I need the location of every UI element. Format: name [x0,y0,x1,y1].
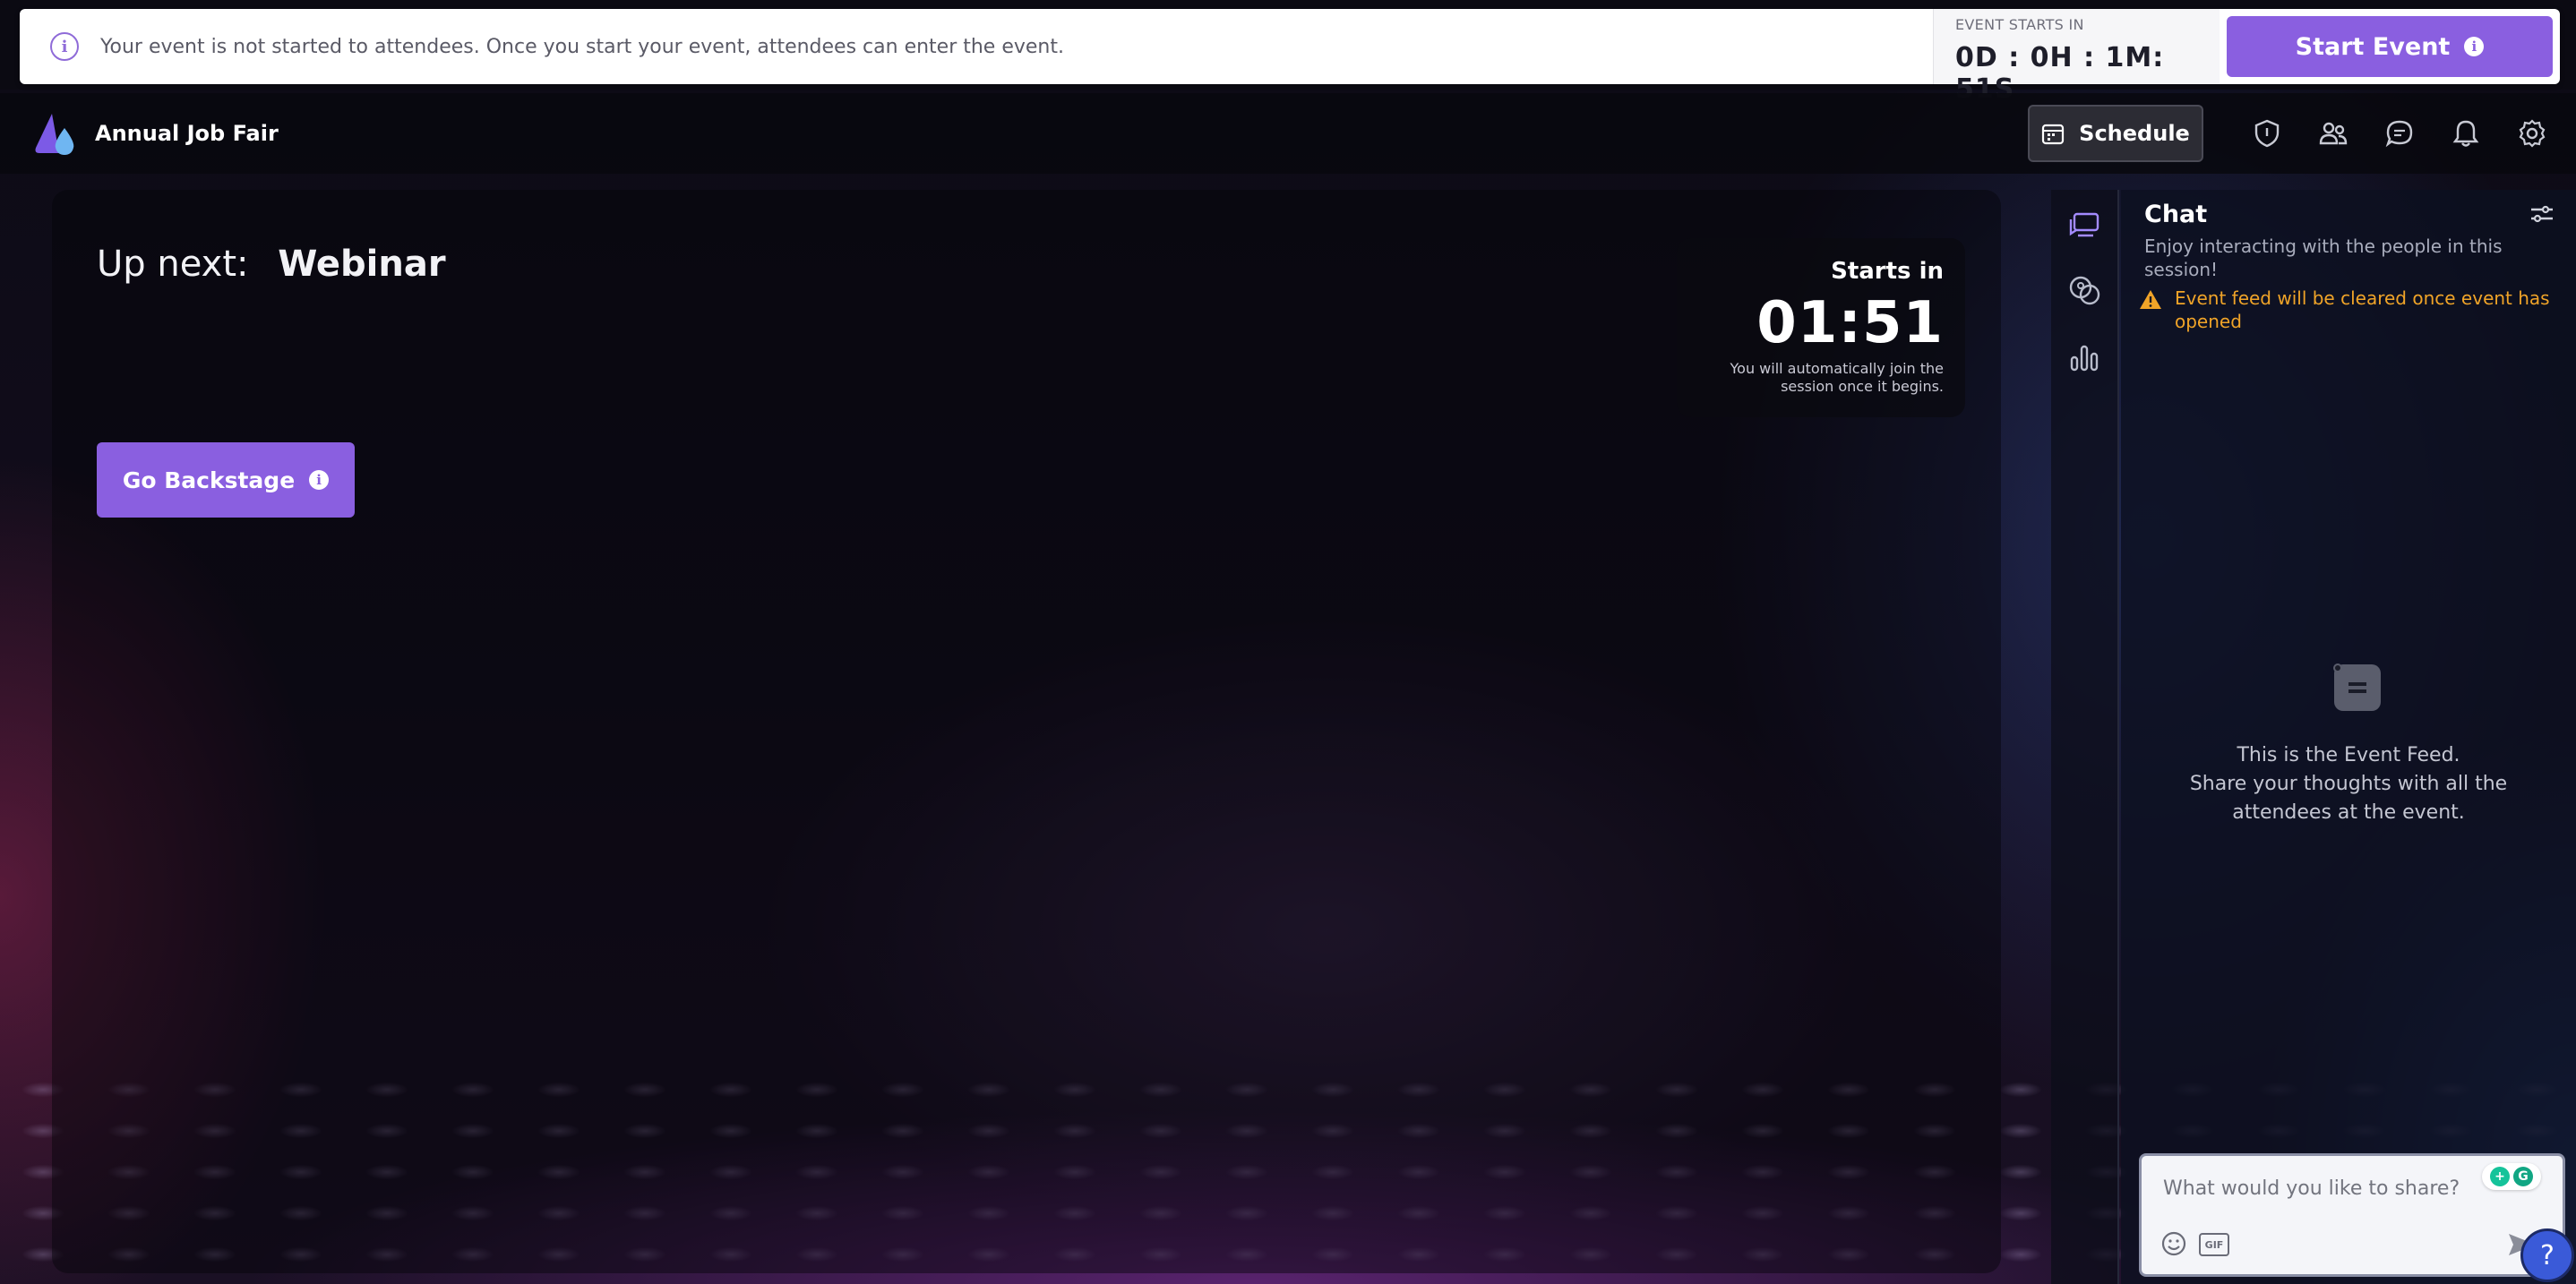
go-backstage-button[interactable]: Go Backstage i [97,442,355,518]
chat-title: Chat [2144,201,2208,228]
gif-button[interactable]: GIF [2199,1233,2229,1256]
session-countdown-card: Starts in 01:51 You will automatically j… [1677,238,1965,417]
go-backstage-label: Go Backstage [122,467,296,493]
up-next-heading: Up next: Webinar [97,244,446,285]
feed-line-1: This is the Event Feed. [2237,744,2460,766]
top-header: Annual Job Fair Schedule [0,93,2576,174]
event-notice-bar: i Your event is not started to attendees… [20,9,2560,105]
chat-bubble-icon[interactable] [2366,107,2433,160]
assistant-bulb-icon[interactable]: + [2490,1167,2510,1186]
grammarly-widget[interactable]: + G [2482,1163,2541,1190]
info-icon[interactable]: i [2464,37,2485,56]
session-stage: Up next: Webinar Go Backstage i Starts i… [52,190,2001,1273]
up-next-label: Up next: [97,244,249,285]
countdown-label: EVENT STARTS IN [1955,16,2084,33]
chat-tab-icon[interactable] [2059,201,2109,249]
feed-warning: Event feed will be cleared once event ha… [2139,287,2551,333]
filter-sliders-icon[interactable] [2528,201,2556,229]
schedule-button[interactable]: Schedule [2028,105,2203,162]
starts-in-label: Starts in [1831,258,1944,285]
info-icon: i [50,32,79,61]
up-next-session: Webinar [278,244,446,285]
start-event-label: Start Event [2295,32,2451,61]
auto-join-note: You will automatically join the session … [1730,360,1945,395]
grammarly-icon[interactable]: G [2513,1167,2533,1186]
message-input[interactable] [2163,1172,2468,1204]
info-icon[interactable]: i [309,470,330,490]
feed-warning-text: Event feed will be cleared once event ha… [2175,287,2550,332]
people-icon[interactable] [2300,107,2366,160]
gear-icon[interactable] [2499,107,2565,160]
qa-tab-icon[interactable] [2059,267,2109,315]
shield-icon[interactable] [2234,107,2300,160]
event-feed-message: This is the Event Feed. Share your thoug… [2121,741,2576,827]
feed-line-2: Share your thoughts with all the [2189,773,2508,795]
app-title: Annual Job Fair [95,121,279,146]
event-feed-icon [2332,663,2383,713]
chat-panel: Chat Enjoy interacting with the people i… [2121,190,2576,1284]
start-event-button[interactable]: Start Event i [2227,16,2553,77]
schedule-label: Schedule [2079,121,2190,146]
feed-line-3: attendees at the event. [2232,801,2465,824]
side-rail [2051,190,2119,1284]
session-timer: 01:51 [1756,290,1944,356]
header-actions: Schedule [2028,105,2565,162]
notice-message: Your event is not started to attendees. … [100,35,1064,58]
warning-icon [2140,290,2161,309]
event-countdown: EVENT STARTS IN 0D : 0H : 1M: 51S [1933,9,2220,105]
message-composer: + G GIF [2139,1153,2565,1277]
emoji-icon[interactable] [2160,1229,2188,1258]
poll-tab-icon[interactable] [2059,333,2109,381]
bell-icon[interactable] [2433,107,2499,160]
app-logo-icon[interactable] [32,108,82,158]
chat-subtitle: Enjoy interacting with the people in thi… [2144,235,2503,280]
calendar-icon [2042,124,2065,145]
help-icon[interactable]: ? [2520,1228,2574,1282]
